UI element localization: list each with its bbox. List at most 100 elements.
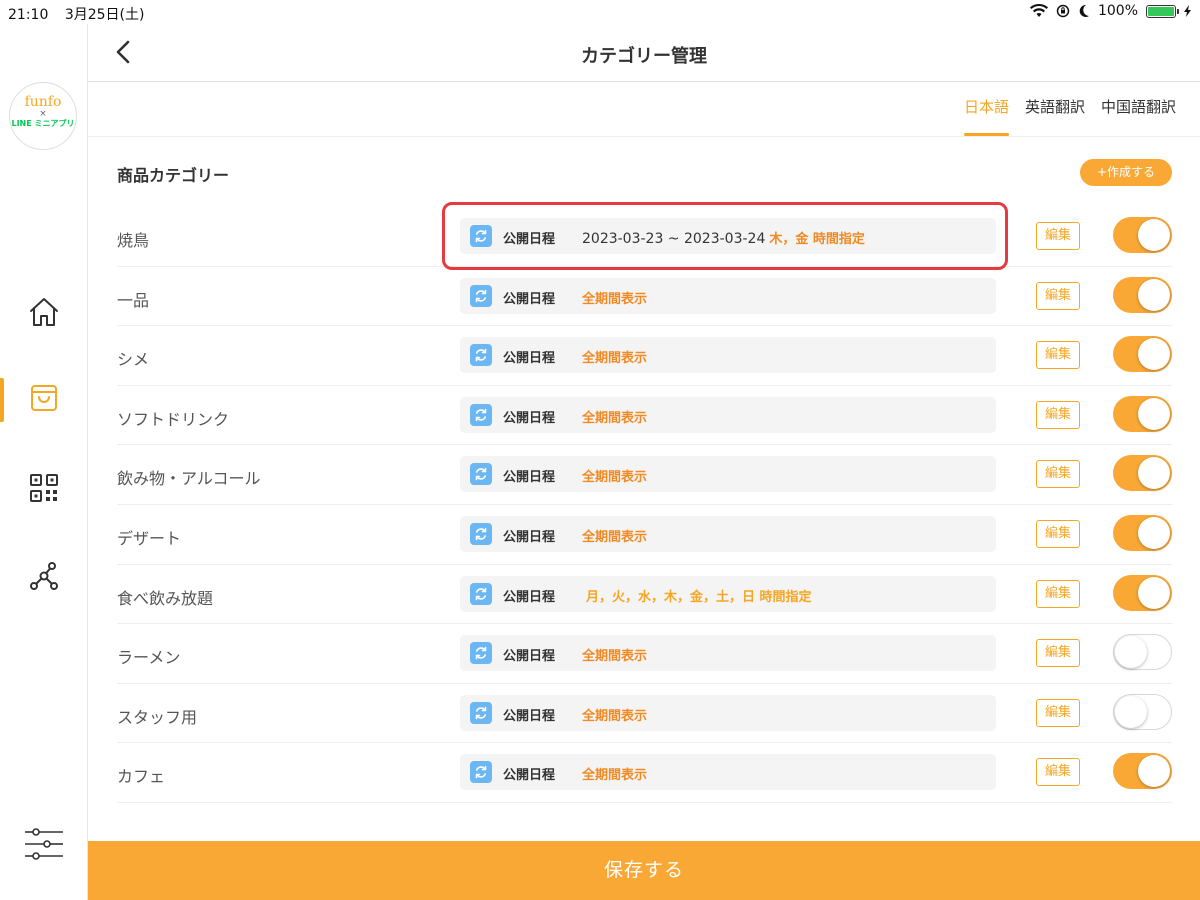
category-name: 食べ飲み放題 [117,588,214,608]
refresh-icon [470,344,492,367]
schedule-field[interactable]: 公開日程 全期間表示 [460,277,996,314]
visibility-toggle[interactable] [1113,574,1172,611]
wifi-icon [1029,4,1048,17]
visibility-toggle[interactable] [1113,217,1172,253]
refresh-icon [470,701,492,724]
category-row: ラーメン 公開日程 全期間表示 編集 [117,624,1172,684]
schedule-field[interactable]: 公開日程 全期間表示 [460,337,996,374]
edit-button[interactable]: 編集 [1036,222,1080,250]
schedule-field[interactable]: 公開日程 全期間表示 [460,515,996,552]
sidebar-item-products[interactable] [26,380,62,416]
category-row: シメ 公開日程 全期間表示 編集 [117,326,1172,386]
edit-button[interactable]: 編集 [1036,758,1080,787]
sidebar-item-share[interactable] [26,558,62,594]
tab-english[interactable]: 英語翻訳 [1017,96,1093,136]
lock-rotation-icon [1056,4,1070,18]
edit-button[interactable]: 編集 [1036,281,1080,310]
visibility-toggle[interactable] [1113,514,1172,551]
schedule-text: 全期間表示 [582,529,648,545]
visibility-toggle[interactable] [1113,336,1172,373]
refresh-icon [470,522,492,545]
refresh-icon [470,225,492,247]
category-row: 飲み物・アルコール 公開日程 全期間表示 編集 [117,445,1172,505]
refresh-icon [470,463,492,486]
create-category-button[interactable]: +作成する [1080,159,1172,186]
visibility-toggle[interactable] [1113,753,1172,790]
status-time: 21:10 [8,7,49,23]
category-row: カフェ 公開日程 全期間表示 編集 [117,743,1172,803]
battery-icon [1146,4,1179,18]
status-bar: 21:10 3月25日(土) 100% [0,0,1200,24]
schedule-label: 公開日程 [503,232,556,247]
tabs-divider [88,136,1200,137]
category-row: 焼鳥 公開日程 2023-03-23 ~ 2023-03-24 木，金 時間指定 … [117,207,1172,267]
schedule-text: 全期間表示 [582,708,648,724]
visibility-toggle[interactable] [1113,276,1172,313]
status-date: 3月25日(土) [64,7,145,23]
sidebar-item-settings[interactable] [24,826,64,862]
category-list: 焼鳥 公開日程 2023-03-23 ~ 2023-03-24 木，金 時間指定 … [117,207,1172,803]
category-row: 食べ飲み放題 公開日程 月，火，水，木，金，土，日 時間指定 編集 [117,565,1172,625]
header: カテゴリー管理 [88,24,1200,82]
section-title: 商品カテゴリー [117,166,230,185]
schedule-text: 全期間表示 [582,649,648,665]
refresh-icon [470,642,492,665]
schedule-field[interactable]: 公開日程 全期間表示 [460,456,996,493]
schedule-label: 公開日程 [503,768,556,784]
schedule-dates: 2023-03-23 ~ 2023-03-24 [582,231,766,247]
sidebar-active-indicator [0,378,4,422]
category-row: スタッフ用 公開日程 全期間表示 編集 [117,684,1172,744]
schedule-field[interactable]: 公開日程 全期間表示 [460,635,996,672]
qr-code-icon [30,474,58,502]
moon-icon [1079,4,1089,17]
sidebar-item-home[interactable] [26,294,62,330]
visibility-toggle[interactable] [1113,693,1172,730]
edit-button[interactable]: 編集 [1036,400,1080,429]
schedule-text: 木，金 時間指定 [769,232,865,247]
category-row: 一品 公開日程 全期間表示 編集 [117,267,1172,327]
edit-button[interactable]: 編集 [1036,579,1080,608]
category-name: ソフトドリンク [117,409,230,429]
visibility-toggle[interactable] [1113,634,1172,671]
edit-button[interactable]: 編集 [1036,341,1080,370]
visibility-toggle[interactable] [1113,455,1172,492]
schedule-text: 全期間表示 [582,291,648,307]
schedule-label: 公開日程 [503,649,556,665]
category-name: 一品 [117,290,150,310]
charging-icon [1184,5,1191,17]
logo-cross-text: × [39,109,47,119]
tab-chinese[interactable]: 中国語翻訳 [1093,96,1184,136]
schedule-field[interactable]: 公開日程 月，火，水，木，金，土，日 時間指定 [460,575,996,612]
schedule-label: 公開日程 [503,708,556,724]
share-network-icon [30,562,58,590]
tab-japanese[interactable]: 日本語 [956,96,1017,136]
schedule-field[interactable]: 公開日程 全期間表示 [460,396,996,433]
edit-button[interactable]: 編集 [1036,698,1080,727]
sidebar: funfo × LINE ミニアプリ [0,24,88,900]
schedule-field[interactable]: 公開日程 全期間表示 [460,754,996,791]
category-name: 飲み物・アルコール [117,469,261,489]
logo-line-text: LINE ミニアプリ [11,119,75,128]
shopping-bag-icon [31,385,57,411]
schedule-field[interactable]: 公開日程 全期間表示 [460,694,996,731]
edit-button[interactable]: 編集 [1036,460,1080,489]
schedule-label: 公開日程 [503,470,556,486]
category-row: デザート 公開日程 全期間表示 編集 [117,505,1172,565]
schedule-text: 全期間表示 [582,410,648,426]
save-button[interactable]: 保存する [88,841,1200,900]
refresh-icon [470,284,492,307]
schedule-field[interactable]: 公開日程 2023-03-23 ~ 2023-03-24 木，金 時間指定 [460,218,996,254]
category-name: カフェ [117,767,166,787]
page-title: カテゴリー管理 [581,46,707,67]
visibility-toggle[interactable] [1113,395,1172,432]
schedule-text: 全期間表示 [582,470,648,486]
schedule-text: 全期間表示 [582,351,648,367]
schedule-label: 公開日程 [503,351,556,367]
sidebar-item-qr[interactable] [26,470,62,506]
battery-percent: 100% [1097,3,1138,19]
category-name: スタッフ用 [117,707,198,727]
schedule-text: 全期間表示 [582,768,648,784]
edit-button[interactable]: 編集 [1036,519,1080,548]
schedule-text: 月，火，水，木，金，土，日 時間指定 [586,589,812,605]
edit-button[interactable]: 編集 [1036,639,1080,668]
